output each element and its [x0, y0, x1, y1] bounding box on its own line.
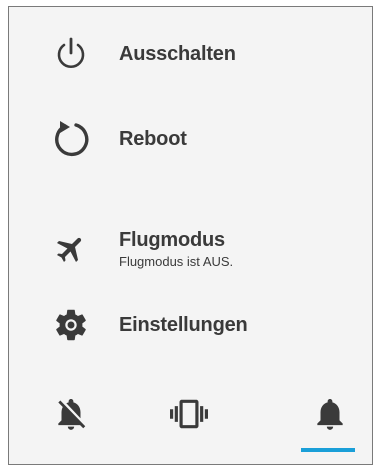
power-off-item[interactable]: Ausschalten [9, 19, 372, 89]
airplane-mode-status: Flugmodus ist AUS. [119, 254, 234, 269]
airplane-mode-label: Flugmodus [119, 229, 225, 251]
bell-icon [311, 395, 349, 438]
power-off-label: Ausschalten [119, 42, 236, 65]
reboot-label: Reboot [119, 127, 187, 150]
settings-item[interactable]: Einstellungen [9, 290, 372, 360]
bell-off-icon [52, 395, 90, 438]
power-icon [51, 34, 91, 74]
reboot-icon [51, 119, 91, 159]
vibrate-mode-button[interactable] [159, 395, 219, 447]
airplane-mode-item[interactable]: Flugmodus Flugmodus ist AUS. [9, 214, 372, 284]
gear-icon [51, 305, 91, 345]
reboot-item[interactable]: Reboot [9, 104, 372, 174]
selected-mode-indicator [301, 448, 355, 452]
settings-label: Einstellungen [119, 313, 248, 336]
sound-mode-button[interactable] [300, 395, 360, 447]
silent-mode-button[interactable] [41, 395, 101, 447]
vibrate-icon [170, 395, 208, 438]
sound-mode-selector [9, 387, 372, 457]
power-menu-dialog: Ausschalten Reboot Flugmodus Flugmodus i… [8, 6, 373, 465]
airplane-icon [51, 229, 91, 269]
